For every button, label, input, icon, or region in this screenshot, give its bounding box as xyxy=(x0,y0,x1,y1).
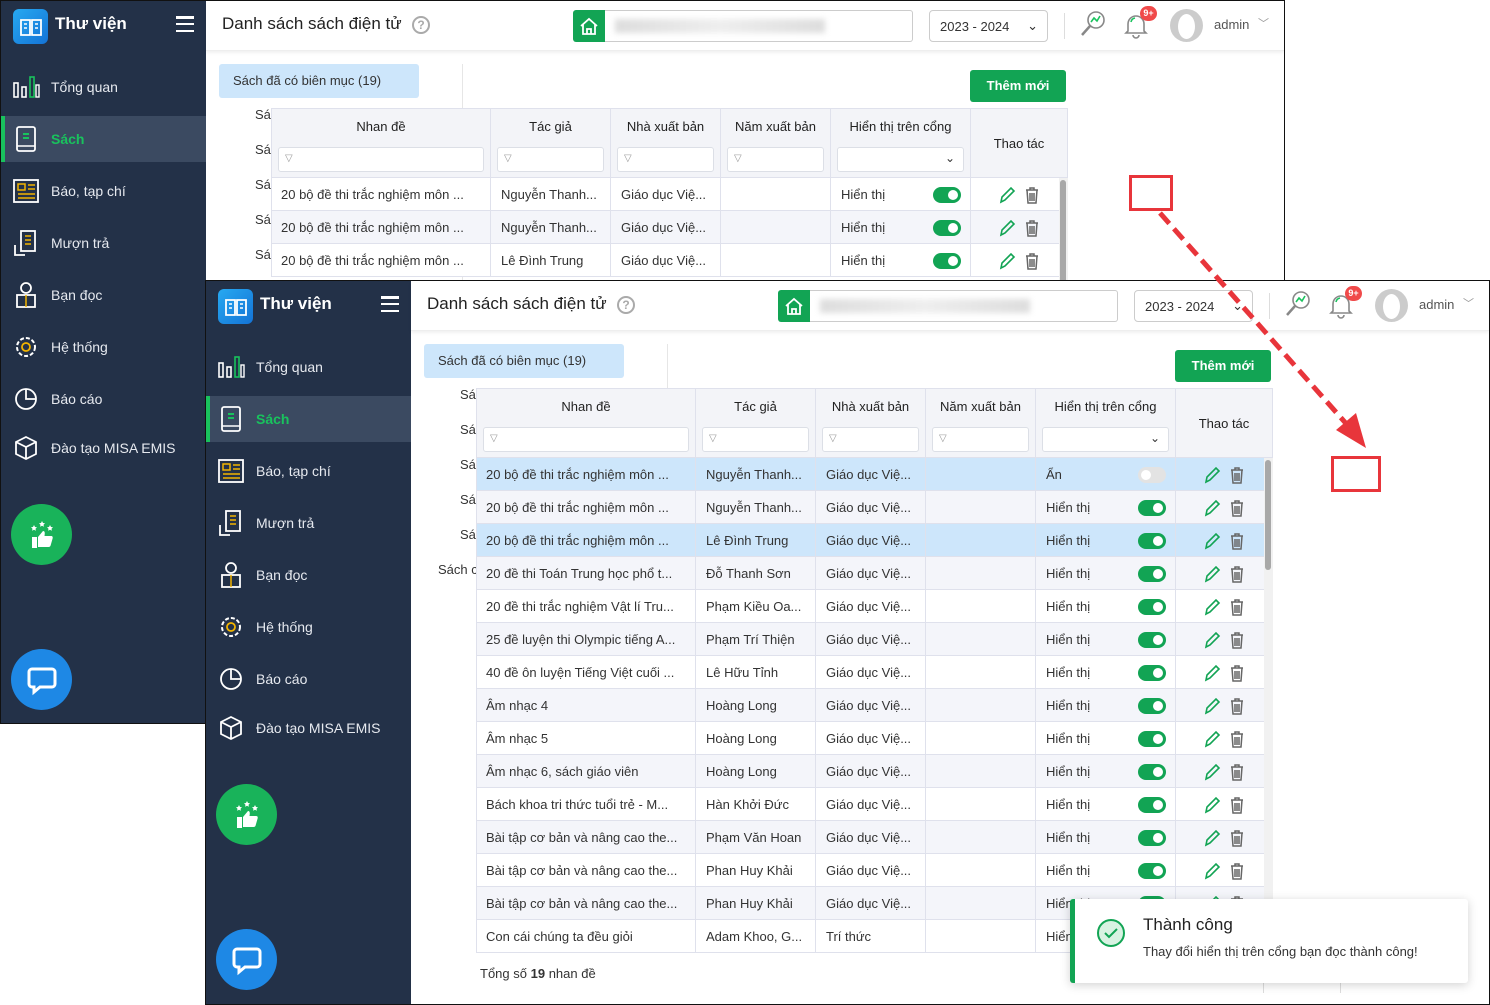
success-toast: Thành công Thay đổi hiển thị trên cổng b… xyxy=(1070,899,1468,983)
toast-title: Thành công xyxy=(1143,915,1233,934)
success-check-icon xyxy=(1097,919,1125,947)
toast-message: Thay đổi hiển thị trên cổng bạn đọc thàn… xyxy=(1143,944,1418,959)
dashed-arrow xyxy=(1158,211,1366,448)
arrow-line xyxy=(1158,211,1352,430)
